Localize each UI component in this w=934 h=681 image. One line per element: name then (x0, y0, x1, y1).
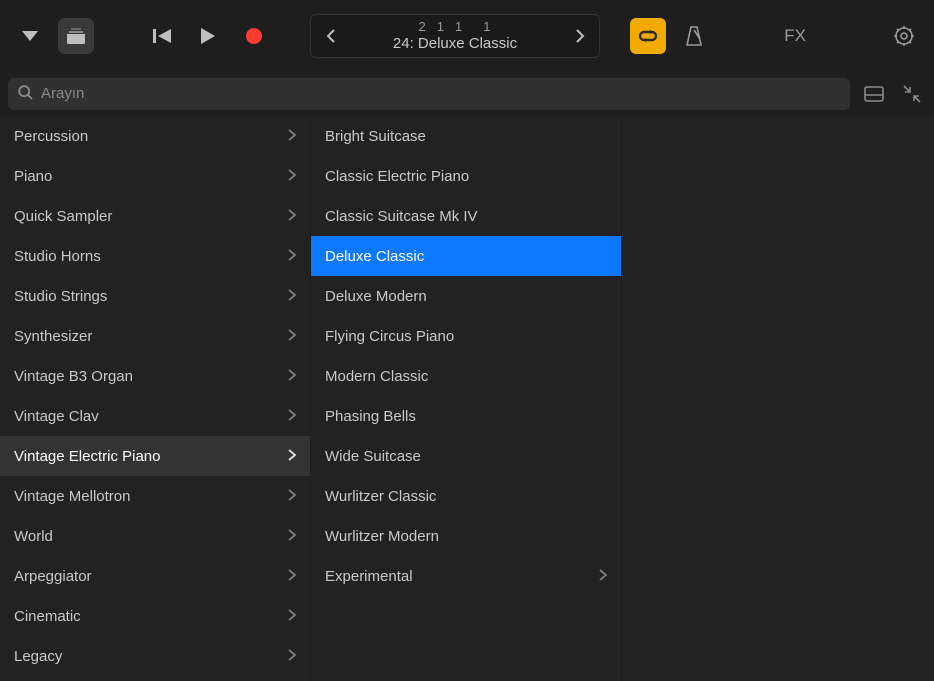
chevron-right-icon (288, 288, 296, 305)
category-row[interactable]: Legacy (0, 636, 310, 676)
chevron-right-icon (288, 608, 296, 625)
preset-label: Deluxe Classic (325, 248, 424, 265)
preset-label: Classic Electric Piano (325, 168, 469, 185)
preset-row[interactable]: Bright Suitcase (311, 116, 621, 156)
category-column: Percussion Piano Quick Sampler Studio Horns… (0, 116, 311, 681)
play-button[interactable] (190, 18, 226, 54)
preset-label: Wurlitzer Modern (325, 528, 439, 545)
top-toolbar: 2111 24: Deluxe Classic FX (0, 0, 934, 72)
category-row[interactable]: Vintage Electric Piano (0, 436, 310, 476)
chevron-right-icon (288, 208, 296, 225)
category-row[interactable]: Vintage Clav (0, 396, 310, 436)
preset-label: Classic Suitcase Mk IV (325, 208, 478, 225)
lcd-position: 2111 (414, 20, 497, 35)
category-row[interactable]: Studio Strings (0, 276, 310, 316)
preset-row[interactable]: Experimental (311, 556, 621, 596)
preset-row[interactable]: Flying Circus Piano (311, 316, 621, 356)
cycle-button[interactable] (630, 18, 666, 54)
collapse-button[interactable] (898, 80, 926, 108)
metronome-button[interactable] (676, 18, 712, 54)
preset-label: Bright Suitcase (325, 128, 426, 145)
rewind-button[interactable] (144, 18, 180, 54)
preset-label: Experimental (325, 568, 413, 585)
chevron-right-icon (599, 568, 607, 585)
preset-column: Bright Suitcase Classic Electric Piano Cla… (311, 116, 622, 681)
preset-row[interactable]: Wide Suitcase (311, 436, 621, 476)
preset-row[interactable]: Deluxe Classic (311, 236, 621, 276)
category-label: Quick Sampler (14, 208, 112, 225)
category-label: Cinematic (14, 608, 81, 625)
category-row[interactable]: Cinematic (0, 596, 310, 636)
preset-row[interactable]: Phasing Bells (311, 396, 621, 436)
chevron-right-icon (288, 368, 296, 385)
category-row[interactable]: Studio Horns (0, 236, 310, 276)
category-label: Studio Horns (14, 248, 101, 265)
disclosure-button[interactable] (12, 18, 48, 54)
search-input[interactable] (41, 85, 840, 102)
lcd-prev-button[interactable] (319, 25, 341, 47)
chevron-right-icon (288, 328, 296, 345)
category-row[interactable]: Synthesizer (0, 316, 310, 356)
chevron-right-icon (288, 568, 296, 585)
chevron-right-icon (288, 488, 296, 505)
chevron-right-icon (288, 448, 296, 465)
preset-browser: Percussion Piano Quick Sampler Studio Horns… (0, 116, 934, 681)
chevron-right-icon (288, 408, 296, 425)
category-row[interactable]: Piano (0, 156, 310, 196)
preset-label: Wide Suitcase (325, 448, 421, 465)
category-label: Arpeggiator (14, 568, 92, 585)
lcd-title: 24: Deluxe Classic (393, 35, 517, 52)
search-row (0, 72, 934, 116)
preset-label: Flying Circus Piano (325, 328, 454, 345)
settings-gear-button[interactable] (886, 18, 922, 54)
preset-row[interactable]: Classic Electric Piano (311, 156, 621, 196)
chevron-right-icon (288, 648, 296, 665)
preset-row[interactable]: Wurlitzer Classic (311, 476, 621, 516)
category-label: Studio Strings (14, 288, 107, 305)
category-label: Piano (14, 168, 52, 185)
chevron-right-icon (288, 128, 296, 145)
chevron-right-icon (288, 528, 296, 545)
detail-column (622, 116, 934, 681)
chevron-right-icon (288, 248, 296, 265)
category-label: Vintage B3 Organ (14, 368, 133, 385)
preset-label: Phasing Bells (325, 408, 416, 425)
category-label: World (14, 528, 53, 545)
record-button[interactable] (236, 18, 272, 54)
preset-label: Wurlitzer Classic (325, 488, 436, 505)
category-label: Vintage Electric Piano (14, 448, 160, 465)
preset-row[interactable]: Classic Suitcase Mk IV (311, 196, 621, 236)
library-button[interactable] (58, 18, 94, 54)
preset-label: Deluxe Modern (325, 288, 427, 305)
preset-row[interactable]: Wurlitzer Modern (311, 516, 621, 556)
lcd-next-button[interactable] (569, 25, 591, 47)
category-label: Vintage Mellotron (14, 488, 130, 505)
preset-row[interactable]: Deluxe Modern (311, 276, 621, 316)
category-row[interactable]: Quick Sampler (0, 196, 310, 236)
fx-button[interactable]: FX (774, 26, 816, 46)
chevron-right-icon (288, 168, 296, 185)
category-row[interactable]: Arpeggiator (0, 556, 310, 596)
category-label: Synthesizer (14, 328, 92, 345)
category-label: Percussion (14, 128, 88, 145)
lcd-display: 2111 24: Deluxe Classic (310, 14, 600, 58)
category-row[interactable]: Percussion (0, 116, 310, 156)
category-row[interactable]: Vintage Mellotron (0, 476, 310, 516)
category-label: Vintage Clav (14, 408, 99, 425)
preset-label: Modern Classic (325, 368, 428, 385)
category-row[interactable]: Vintage B3 Organ (0, 356, 310, 396)
search-icon (18, 85, 33, 103)
category-label: Legacy (14, 648, 62, 665)
category-row[interactable]: World (0, 516, 310, 556)
preset-row[interactable]: Modern Classic (311, 356, 621, 396)
view-mode-button[interactable] (860, 80, 888, 108)
search-box[interactable] (8, 78, 850, 110)
